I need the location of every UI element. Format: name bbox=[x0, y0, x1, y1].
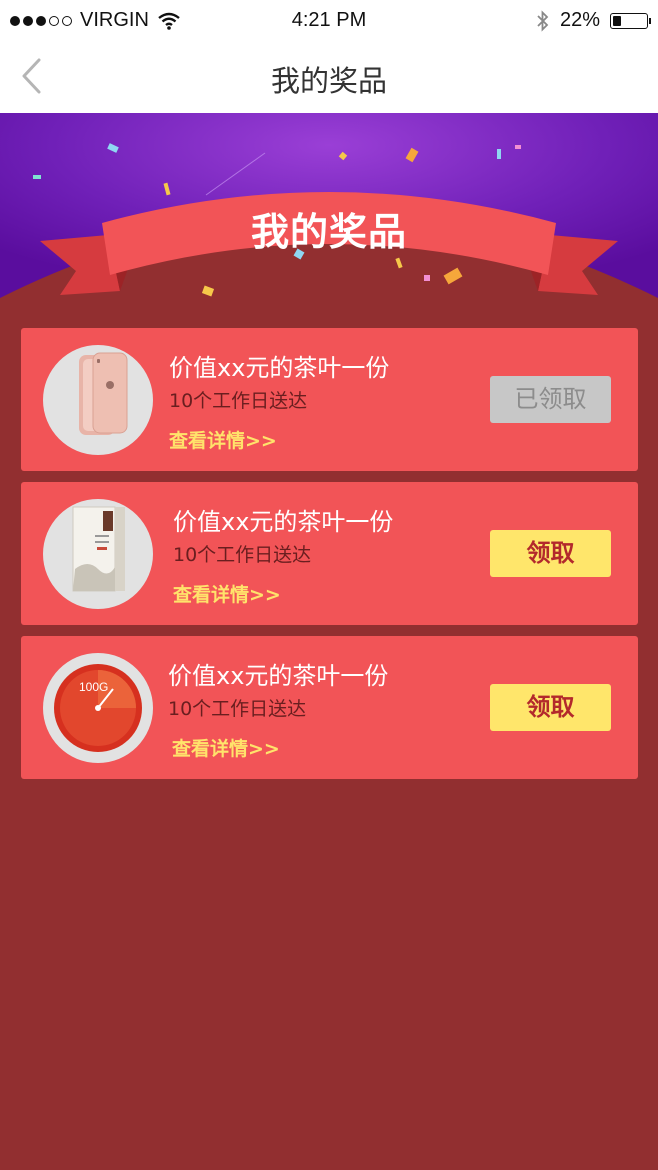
phone-icon bbox=[79, 352, 128, 435]
prize-card: 价值xx元的茶叶一份 10个工作日送达 查看详情>> 领取 bbox=[21, 482, 638, 625]
status-right: 22% bbox=[536, 9, 651, 32]
view-details-link[interactable]: 查看详情>> bbox=[169, 426, 389, 453]
banner-title: 我的奖品 bbox=[250, 210, 407, 254]
battery-percentage: 22% bbox=[559, 9, 600, 31]
delivery-time: 10个工作日送达 bbox=[168, 698, 307, 720]
view-details-link[interactable]: 查看详情>> bbox=[173, 580, 393, 607]
gauge-label: 100G bbox=[79, 680, 108, 694]
prize-info: 价值xx元的茶叶一份 10个工作日送达 查看详情>> bbox=[173, 502, 393, 607]
prize-name: 价值xx元的茶叶一份 bbox=[169, 354, 390, 382]
status-bar: VIRGIN 4:21 PM 22% bbox=[0, 0, 658, 40]
delivery-time: 10个工作日送达 bbox=[169, 390, 308, 412]
tea-box-icon bbox=[72, 506, 125, 592]
claim-button[interactable]: 领取 bbox=[490, 684, 611, 731]
gauge-icon: 100G bbox=[54, 664, 142, 752]
prize-info: 价值xx元的茶叶一份 10个工作日送达 查看详情>> bbox=[168, 656, 388, 761]
prize-list: 价值xx元的茶叶一份 10个工作日送达 查看详情>> 已领取 价值xx元的茶叶一… bbox=[21, 328, 638, 790]
hero-banner: 我的奖品 bbox=[0, 113, 658, 328]
prize-image-data-gauge: 100G bbox=[43, 653, 153, 763]
prize-card: 100G 价值xx元的茶叶一份 10个工作日送达 查看详情>> 领取 bbox=[21, 636, 638, 779]
navigation-bar: 我的奖品 bbox=[0, 40, 658, 113]
bluetooth-icon bbox=[537, 9, 549, 32]
prize-info: 价值xx元的茶叶一份 10个工作日送达 查看详情>> bbox=[169, 348, 389, 453]
prize-card: 价值xx元的茶叶一份 10个工作日送达 查看详情>> 已领取 bbox=[21, 328, 638, 471]
prize-name: 价值xx元的茶叶一份 bbox=[168, 662, 389, 690]
prize-image-phone bbox=[43, 345, 153, 455]
page-title: 我的奖品 bbox=[270, 64, 387, 98]
claimed-button[interactable]: 已领取 bbox=[490, 376, 611, 423]
prize-image-tea-box bbox=[43, 499, 153, 609]
claim-button[interactable]: 领取 bbox=[490, 530, 611, 577]
prize-name: 价值xx元的茶叶一份 bbox=[173, 508, 394, 536]
view-details-link[interactable]: 查看详情>> bbox=[172, 734, 388, 761]
battery-icon bbox=[610, 12, 651, 29]
delivery-time: 10个工作日送达 bbox=[173, 544, 312, 566]
